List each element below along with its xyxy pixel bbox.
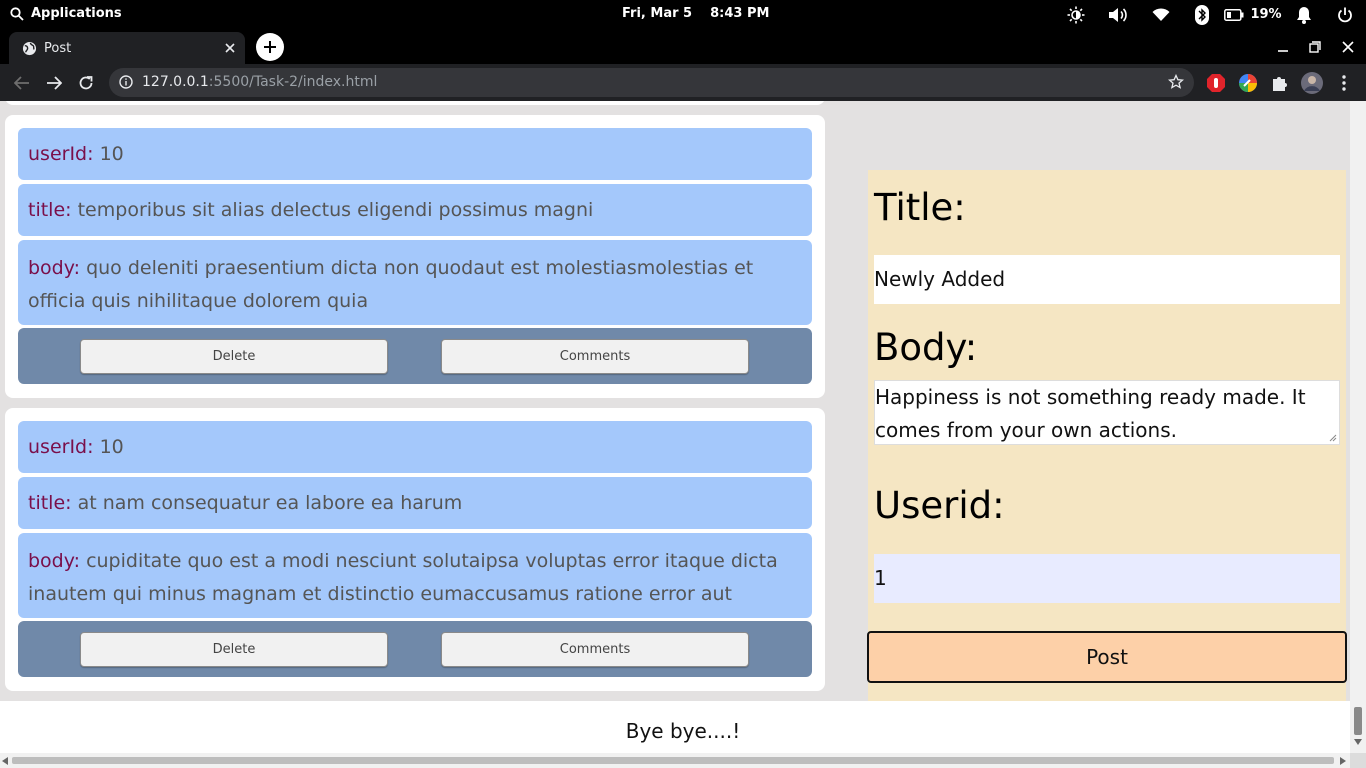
userid-key: userId: (28, 143, 94, 165)
applications-menu[interactable]: Applications (10, 6, 122, 21)
body-value: cupiditate quo est a modi nesciunt solut… (28, 550, 778, 605)
volume-icon[interactable] (1096, 0, 1140, 29)
address-bar[interactable]: 127.0.0.1:5500/Task-2/index.html (109, 68, 1194, 97)
bluetooth-icon[interactable] (1182, 0, 1222, 29)
battery-icon (1224, 8, 1244, 21)
body-label: Body: (874, 326, 978, 369)
title-key: title: (28, 199, 72, 221)
url-host: 127.0.0.1 (142, 74, 209, 90)
color-extension-icon[interactable] (1237, 72, 1259, 94)
notifications-icon[interactable] (1284, 0, 1324, 29)
scroll-down-arrow-icon[interactable] (1354, 739, 1362, 745)
battery-indicator[interactable]: 19% (1222, 0, 1284, 29)
night-light-icon[interactable] (1056, 0, 1096, 29)
profile-avatar[interactable] (1301, 72, 1323, 94)
globe-icon (22, 41, 37, 56)
reload-icon[interactable] (75, 72, 97, 94)
title-value: temporibus sit alias delectus eligendi p… (77, 199, 594, 221)
battery-percent: 19% (1250, 7, 1282, 22)
userid-label: Userid: (874, 484, 1005, 527)
title-field: title: temporibus sit alias delectus eli… (18, 184, 812, 236)
post-card: userId: 10 title: at nam consequatur ea … (5, 408, 825, 691)
title-input[interactable]: Newly Added (874, 255, 1340, 304)
url-path: :5500/Task-2/index.html (208, 74, 378, 90)
search-icon (10, 6, 24, 21)
body-value: quo deleniti praesentium dicta non quoda… (28, 257, 754, 312)
extensions-puzzle-icon[interactable] (1269, 72, 1291, 94)
body-field: body: quo deleniti praesentium dicta non… (18, 240, 812, 325)
resize-grip-icon[interactable] (1329, 434, 1337, 442)
userid-value: 10 (99, 143, 124, 165)
os-top-bar: Applications Fri, Mar 5 8:43 PM 19% (0, 0, 1366, 29)
kebab-menu-icon[interactable] (1333, 72, 1355, 94)
userid-key: userId: (28, 436, 94, 458)
plus-icon (264, 41, 276, 53)
new-post-form: Title: Newly Added Body: Happiness is no… (867, 170, 1347, 705)
post-card: userId: 10 title: temporibus sit alias d… (5, 115, 825, 398)
scrollbar-corner (1350, 753, 1366, 768)
title-value: at nam consequatur ea labore ea harum (77, 492, 463, 514)
browser-toolbar: 127.0.0.1:5500/Task-2/index.html (0, 64, 1366, 101)
time-text: 8:43 PM (710, 6, 770, 21)
new-tab-button[interactable] (256, 33, 284, 61)
close-tab-icon[interactable] (221, 39, 239, 57)
title-label: Title: (874, 186, 966, 229)
url-text: 127.0.0.1:5500/Task-2/index.html (142, 74, 377, 90)
forward-arrow-icon[interactable] (43, 72, 65, 94)
post-actions: Delete Comments (18, 621, 812, 677)
tab-post[interactable]: Post (9, 32, 245, 64)
post-button[interactable]: Post (867, 631, 1347, 683)
scroll-left-arrow-icon[interactable] (2, 757, 8, 765)
clock[interactable]: Fri, Mar 5 8:43 PM (622, 6, 769, 21)
tab-strip: Post (0, 29, 1366, 64)
horizontal-scroll-thumb[interactable] (12, 757, 1334, 764)
adblock-extension-icon[interactable] (1205, 72, 1227, 94)
previous-post-card (5, 101, 825, 105)
body-textarea-value: Happiness is not something ready made. I… (875, 385, 1306, 442)
power-icon[interactable] (1324, 0, 1366, 29)
minimize-icon[interactable] (1273, 37, 1293, 57)
vertical-scroll-thumb[interactable] (1354, 707, 1362, 735)
page-viewport: userId: 10 title: temporibus sit alias d… (0, 101, 1366, 768)
footer-text: Bye bye....! (625, 719, 741, 743)
restore-icon[interactable] (1305, 37, 1325, 57)
horizontal-scrollbar[interactable] (0, 753, 1350, 768)
back-arrow-icon[interactable] (11, 72, 33, 94)
body-field: body: cupiditate quo est a modi nesciunt… (18, 533, 812, 618)
body-key: body: (28, 257, 81, 279)
date-text: Fri, Mar 5 (622, 6, 693, 21)
vertical-scrollbar[interactable] (1350, 101, 1366, 753)
userid-field: userId: 10 (18, 128, 812, 180)
post-actions: Delete Comments (18, 328, 812, 384)
title-key: title: (28, 492, 72, 514)
body-textarea[interactable]: Happiness is not something ready made. I… (874, 380, 1340, 445)
userid-input[interactable]: 1 (874, 554, 1340, 603)
comments-button[interactable]: Comments (441, 632, 749, 667)
system-tray: 19% (1056, 0, 1366, 29)
scroll-right-arrow-icon[interactable] (1340, 757, 1346, 765)
userid-value: 10 (99, 436, 124, 458)
comments-button[interactable]: Comments (441, 339, 749, 374)
info-icon[interactable] (119, 75, 133, 89)
tab-title: Post (44, 41, 72, 56)
delete-button[interactable]: Delete (80, 632, 388, 667)
wifi-icon[interactable] (1140, 0, 1182, 29)
applications-label: Applications (31, 6, 122, 21)
delete-button[interactable]: Delete (80, 339, 388, 374)
bookmark-star-icon[interactable] (1168, 74, 1184, 90)
body-key: body: (28, 550, 81, 572)
close-window-icon[interactable] (1338, 37, 1358, 57)
title-field: title: at nam consequatur ea labore ea h… (18, 477, 812, 529)
userid-field: userId: 10 (18, 421, 812, 473)
